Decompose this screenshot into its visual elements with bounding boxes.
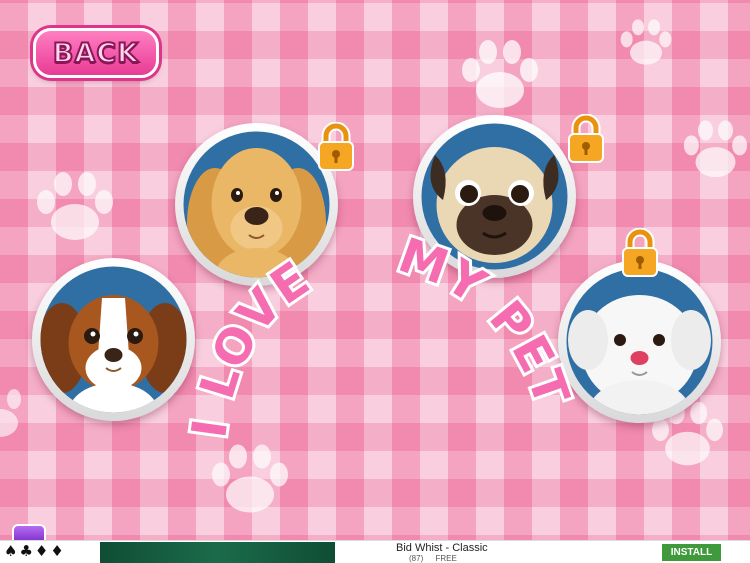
ad-title: Bid Whist - Classic xyxy=(396,542,488,554)
ad-subtitle: (87) FREE xyxy=(409,554,457,563)
title-line2: MY PET xyxy=(389,224,582,417)
ad-rating-count: (87) xyxy=(409,554,424,563)
install-button[interactable]: INSTALL xyxy=(662,544,721,561)
title-line1: I LOVE xyxy=(178,247,322,444)
ad-image xyxy=(100,542,335,563)
ad-banner[interactable]: ♠♣♦♦ Bid Whist - Classic (87) FREE INSTA… xyxy=(0,540,750,563)
svg-text:I LOVE: I LOVE xyxy=(181,250,321,441)
game-screen: BACK I LOVE MY PET ♠♣♦♦ Bid Whist - Clas… xyxy=(0,0,750,563)
ad-price: FREE xyxy=(435,554,457,563)
svg-text:MY PET: MY PET xyxy=(392,227,581,414)
ad-suits: ♠♣♦♦ xyxy=(4,542,66,560)
game-title: I LOVE MY PET xyxy=(178,224,581,444)
